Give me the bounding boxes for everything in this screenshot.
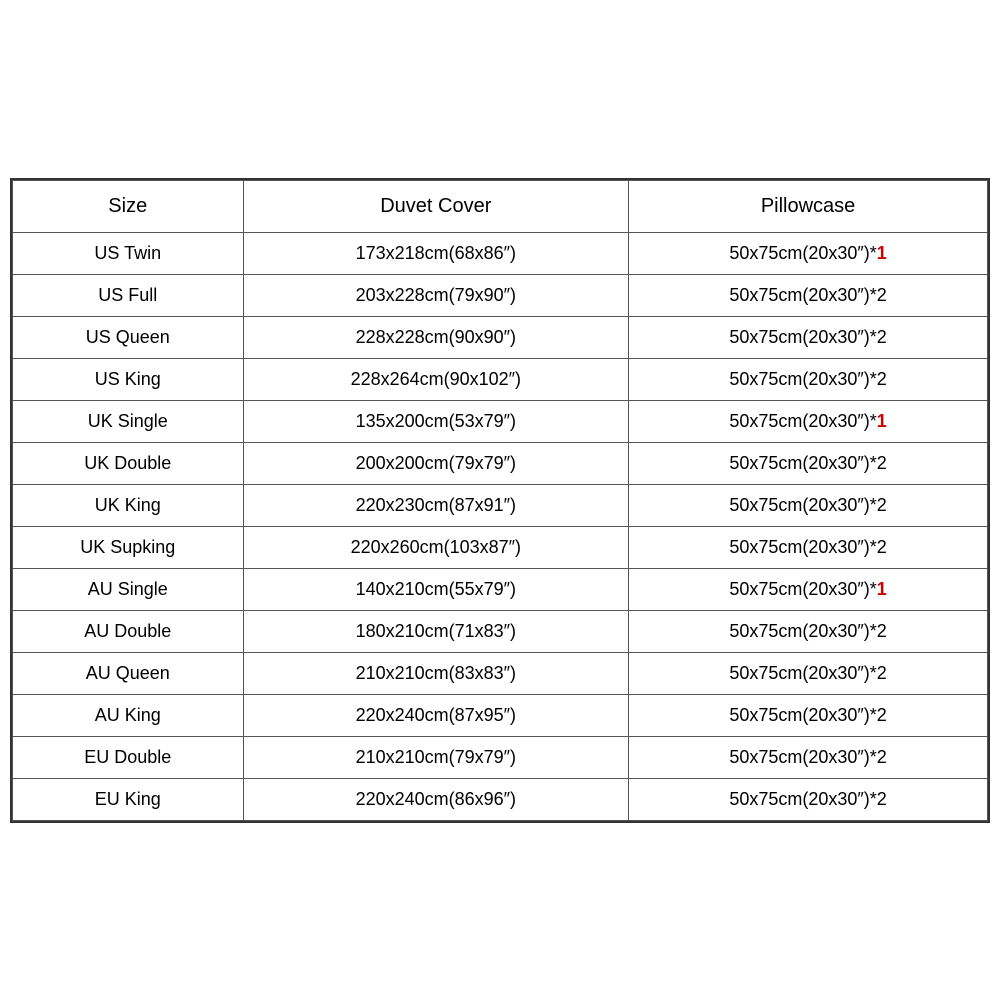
cell-duvet: 220x240cm(87x95″) <box>243 694 629 736</box>
pillow-count: 2 <box>877 789 887 809</box>
table-row: UK King220x230cm(87x91″)50x75cm(20x30″)*… <box>13 484 988 526</box>
table-row: UK Double200x200cm(79x79″)50x75cm(20x30″… <box>13 442 988 484</box>
cell-duvet: 200x200cm(79x79″) <box>243 442 629 484</box>
header-pillow: Pillowcase <box>629 180 988 232</box>
pillow-base-text: 50x75cm(20x30″)* <box>729 621 876 641</box>
pillow-base-text: 50x75cm(20x30″)* <box>729 243 876 263</box>
cell-size: AU Double <box>13 610 244 652</box>
table-row: US Twin173x218cm(68x86″)50x75cm(20x30″)*… <box>13 232 988 274</box>
cell-pillow: 50x75cm(20x30″)*2 <box>629 526 988 568</box>
pillow-base-text: 50x75cm(20x30″)* <box>729 705 876 725</box>
cell-duvet: 180x210cm(71x83″) <box>243 610 629 652</box>
cell-size: EU Double <box>13 736 244 778</box>
size-chart-table: Size Duvet Cover Pillowcase US Twin173x2… <box>12 180 988 821</box>
pillow-count: 1 <box>877 243 887 263</box>
table-row: AU Queen210x210cm(83x83″)50x75cm(20x30″)… <box>13 652 988 694</box>
cell-duvet: 220x230cm(87x91″) <box>243 484 629 526</box>
table-row: AU Single140x210cm(55x79″)50x75cm(20x30″… <box>13 568 988 610</box>
cell-duvet: 220x240cm(86x96″) <box>243 778 629 820</box>
cell-duvet: 210x210cm(79x79″) <box>243 736 629 778</box>
table-row: AU King220x240cm(87x95″)50x75cm(20x30″)*… <box>13 694 988 736</box>
cell-pillow: 50x75cm(20x30″)*2 <box>629 610 988 652</box>
cell-duvet: 210x210cm(83x83″) <box>243 652 629 694</box>
pillow-count: 2 <box>877 747 887 767</box>
pillow-count: 2 <box>877 453 887 473</box>
pillow-count: 1 <box>877 411 887 431</box>
cell-size: US Queen <box>13 316 244 358</box>
table-header-row: Size Duvet Cover Pillowcase <box>13 180 988 232</box>
cell-pillow: 50x75cm(20x30″)*2 <box>629 652 988 694</box>
cell-size: AU Queen <box>13 652 244 694</box>
pillow-base-text: 50x75cm(20x30″)* <box>729 663 876 683</box>
cell-pillow: 50x75cm(20x30″)*2 <box>629 736 988 778</box>
table-row: AU Double180x210cm(71x83″)50x75cm(20x30″… <box>13 610 988 652</box>
header-duvet: Duvet Cover <box>243 180 629 232</box>
pillow-count: 2 <box>877 663 887 683</box>
pillow-base-text: 50x75cm(20x30″)* <box>729 747 876 767</box>
cell-size: AU King <box>13 694 244 736</box>
table-row: US King228x264cm(90x102″)50x75cm(20x30″)… <box>13 358 988 400</box>
table-row: EU Double210x210cm(79x79″)50x75cm(20x30″… <box>13 736 988 778</box>
pillow-count: 2 <box>877 369 887 389</box>
cell-size: UK King <box>13 484 244 526</box>
cell-size: AU Single <box>13 568 244 610</box>
pillow-count: 2 <box>877 705 887 725</box>
cell-duvet: 135x200cm(53x79″) <box>243 400 629 442</box>
cell-duvet: 140x210cm(55x79″) <box>243 568 629 610</box>
table-row: EU King220x240cm(86x96″)50x75cm(20x30″)*… <box>13 778 988 820</box>
table-row: UK Single135x200cm(53x79″)50x75cm(20x30″… <box>13 400 988 442</box>
size-chart-container: Size Duvet Cover Pillowcase US Twin173x2… <box>10 178 990 823</box>
pillow-base-text: 50x75cm(20x30″)* <box>729 453 876 473</box>
cell-pillow: 50x75cm(20x30″)*2 <box>629 484 988 526</box>
cell-pillow: 50x75cm(20x30″)*2 <box>629 358 988 400</box>
cell-duvet: 173x218cm(68x86″) <box>243 232 629 274</box>
cell-duvet: 203x228cm(79x90″) <box>243 274 629 316</box>
cell-size: US King <box>13 358 244 400</box>
cell-duvet: 228x264cm(90x102″) <box>243 358 629 400</box>
cell-pillow: 50x75cm(20x30″)*2 <box>629 442 988 484</box>
pillow-count: 2 <box>877 285 887 305</box>
table-row: US Queen228x228cm(90x90″)50x75cm(20x30″)… <box>13 316 988 358</box>
pillow-count: 2 <box>877 621 887 641</box>
cell-pillow: 50x75cm(20x30″)*2 <box>629 274 988 316</box>
pillow-count: 2 <box>877 537 887 557</box>
cell-pillow: 50x75cm(20x30″)*2 <box>629 694 988 736</box>
pillow-base-text: 50x75cm(20x30″)* <box>729 789 876 809</box>
pillow-base-text: 50x75cm(20x30″)* <box>729 285 876 305</box>
table-row: UK Supking220x260cm(103x87″)50x75cm(20x3… <box>13 526 988 568</box>
cell-size: UK Supking <box>13 526 244 568</box>
pillow-base-text: 50x75cm(20x30″)* <box>729 537 876 557</box>
pillow-base-text: 50x75cm(20x30″)* <box>729 411 876 431</box>
pillow-count: 1 <box>877 579 887 599</box>
cell-size: EU King <box>13 778 244 820</box>
cell-size: US Full <box>13 274 244 316</box>
pillow-base-text: 50x75cm(20x30″)* <box>729 579 876 599</box>
cell-size: US Twin <box>13 232 244 274</box>
pillow-count: 2 <box>877 327 887 347</box>
header-size: Size <box>13 180 244 232</box>
table-row: US Full203x228cm(79x90″)50x75cm(20x30″)*… <box>13 274 988 316</box>
cell-pillow: 50x75cm(20x30″)*1 <box>629 568 988 610</box>
cell-pillow: 50x75cm(20x30″)*2 <box>629 316 988 358</box>
pillow-base-text: 50x75cm(20x30″)* <box>729 495 876 515</box>
cell-pillow: 50x75cm(20x30″)*2 <box>629 778 988 820</box>
cell-duvet: 228x228cm(90x90″) <box>243 316 629 358</box>
cell-pillow: 50x75cm(20x30″)*1 <box>629 232 988 274</box>
cell-size: UK Single <box>13 400 244 442</box>
pillow-base-text: 50x75cm(20x30″)* <box>729 369 876 389</box>
cell-duvet: 220x260cm(103x87″) <box>243 526 629 568</box>
pillow-base-text: 50x75cm(20x30″)* <box>729 327 876 347</box>
cell-size: UK Double <box>13 442 244 484</box>
pillow-count: 2 <box>877 495 887 515</box>
cell-pillow: 50x75cm(20x30″)*1 <box>629 400 988 442</box>
